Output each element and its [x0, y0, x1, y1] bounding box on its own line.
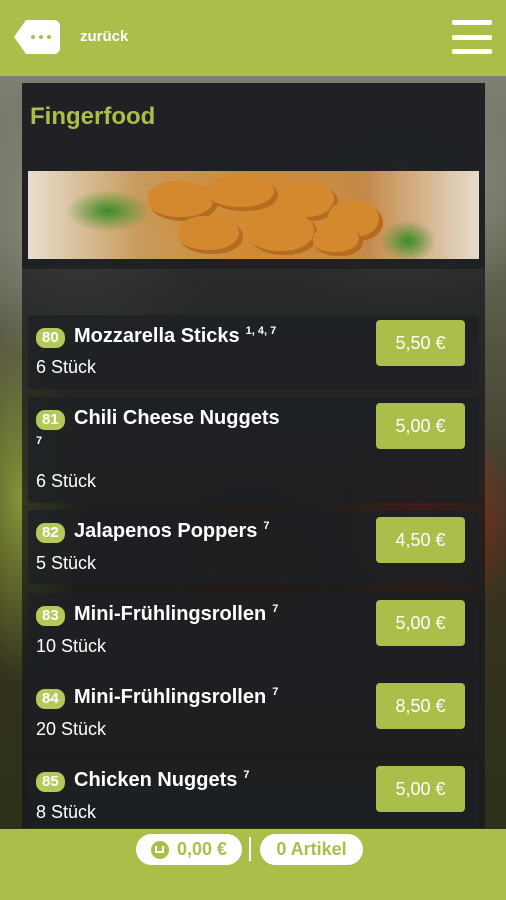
more-dots-icon: [31, 35, 51, 39]
item-allergens: 7: [263, 520, 270, 533]
add-to-cart-price-button[interactable]: 5,00 €: [376, 600, 465, 646]
item-name: Mini-Frühlingsrollen 7: [74, 603, 278, 626]
item-allergens: 7: [272, 603, 279, 616]
item-description: 6 Stück: [36, 471, 97, 491]
item-description: 8 Stück: [36, 802, 97, 822]
item-allergens: 1, 4, 7: [245, 325, 277, 338]
cart-icon: [150, 840, 169, 859]
item-allergens: 7: [272, 686, 279, 699]
item-description: 5 Stück: [36, 553, 97, 573]
item-name-text: Chicken Nuggets: [74, 769, 238, 791]
add-to-cart-price-button[interactable]: 5,00 €: [376, 766, 465, 812]
add-to-cart-price-button[interactable]: 8,50 €: [376, 683, 465, 729]
item-number-badge: 85: [36, 772, 65, 792]
item-number-badge: 80: [36, 328, 65, 348]
item-number-badge: 83: [36, 606, 65, 626]
add-to-cart-price-button[interactable]: 5,50 €: [376, 320, 465, 366]
top-bar: zurück: [0, 0, 506, 76]
item-allergens: 7: [36, 435, 43, 447]
item-number-badge: 84: [36, 689, 65, 709]
menu-panel: Fingerfood 80 Mozzarella Sticks 1, 4, 7 6…: [22, 83, 485, 828]
item-allergens: 7: [243, 769, 250, 782]
item-name: Mozzarella Sticks 1, 4, 7: [74, 325, 276, 348]
menu-item[interactable]: 81 Chili Cheese Nuggets 7 6 Stück 5,00 €: [28, 397, 479, 503]
item-name-text: Mozzarella Sticks: [74, 325, 240, 347]
cart-bar: 0,00 € 0 Artikel: [0, 829, 506, 900]
category-image: [28, 171, 479, 259]
item-name-text: Mini-Frühlingsrollen: [74, 686, 267, 708]
menu-item[interactable]: 85 Chicken Nuggets 7 8 Stück 5,00 €: [28, 759, 479, 828]
hamburger-menu-icon[interactable]: [452, 20, 492, 54]
add-to-cart-price-button[interactable]: 4,50 €: [376, 517, 465, 563]
item-name: Mini-Frühlingsrollen 7: [74, 686, 278, 709]
item-name-text: Jalapenos Poppers: [74, 520, 258, 542]
item-number-badge: 82: [36, 523, 65, 543]
cart-total-button[interactable]: 0,00 €: [136, 834, 242, 865]
item-description: 20 Stück: [36, 719, 107, 739]
back-label[interactable]: zurück: [80, 28, 128, 45]
item-name: Chili Cheese Nuggets: [74, 407, 280, 430]
menu-item[interactable]: 83 Mini-Frühlingsrollen 7 10 Stück 5,00 €: [28, 593, 479, 667]
article-count-button[interactable]: 0 Artikel: [260, 834, 363, 865]
item-name-text: Chili Cheese Nuggets: [74, 407, 280, 429]
item-name-text: Mini-Frühlingsrollen: [74, 603, 267, 625]
item-description: 6 Stück: [36, 357, 97, 377]
menu-item[interactable]: 84 Mini-Frühlingsrollen 7 20 Stück 8,50 €: [28, 676, 479, 750]
divider: [249, 837, 251, 861]
item-name: Jalapenos Poppers 7: [74, 520, 270, 543]
menu-item[interactable]: 80 Mozzarella Sticks 1, 4, 7 6 Stück 5,50…: [28, 315, 479, 389]
item-name: Chicken Nuggets 7: [74, 769, 249, 792]
item-number-badge: 81: [36, 410, 65, 430]
back-button[interactable]: [14, 20, 60, 54]
cart-total: 0,00 €: [176, 839, 228, 859]
item-description: 10 Stück: [36, 636, 107, 656]
add-to-cart-price-button[interactable]: 5,00 €: [376, 403, 465, 449]
category-title: Fingerfood: [30, 103, 156, 130]
menu-item[interactable]: 82 Jalapenos Poppers 7 5 Stück 4,50 €: [28, 510, 479, 584]
